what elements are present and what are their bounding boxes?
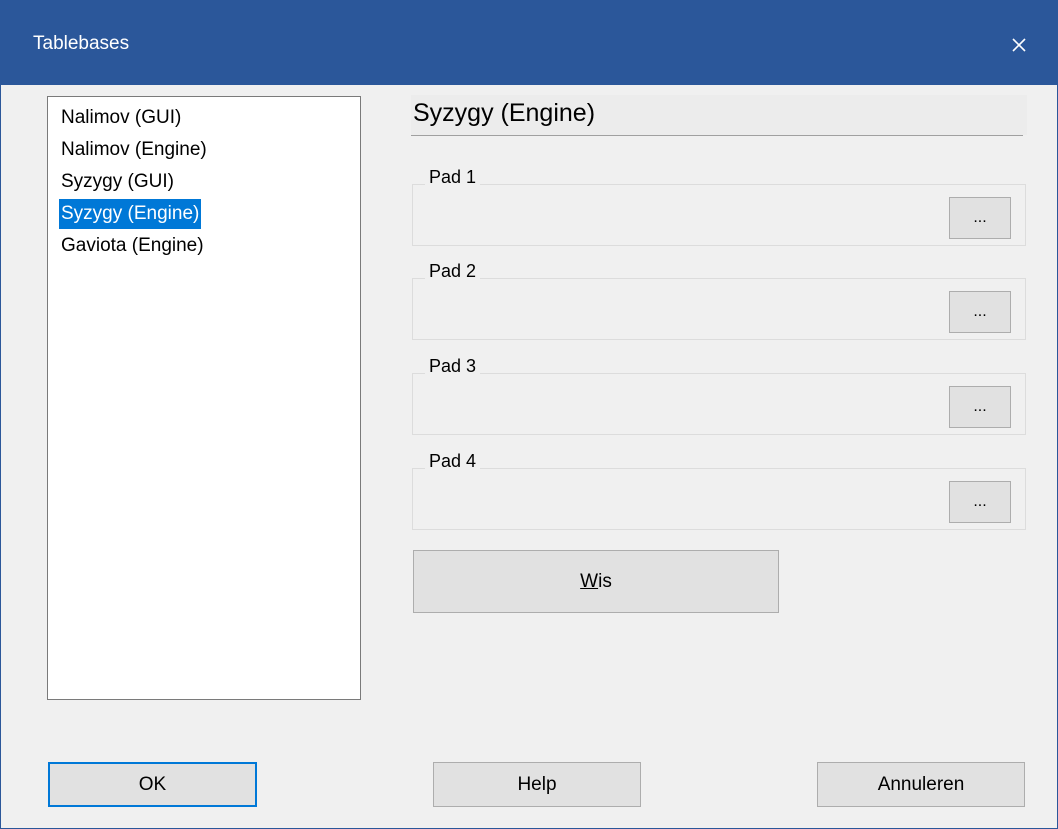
dialog-body: Nalimov (GUI) Nalimov (Engine) Syzygy (G…	[1, 85, 1057, 828]
close-icon	[1012, 38, 1026, 52]
list-item-syzygy-gui[interactable]: Syzygy (GUI)	[59, 166, 360, 198]
ok-button[interactable]: OK	[48, 762, 257, 807]
list-item-label: Gaviota (Engine)	[61, 235, 204, 256]
window-title: Tablebases	[33, 33, 130, 54]
list-item-nalimov-gui[interactable]: Nalimov (GUI)	[59, 102, 360, 134]
path-group-1: Pad 1 ...	[412, 167, 1026, 246]
list-item-label: Nalimov (Engine)	[61, 139, 207, 160]
list-item-syzygy-engine[interactable]: Syzygy (Engine)	[59, 198, 360, 230]
list-item-label: Syzygy (Engine)	[59, 199, 202, 229]
path-group-3: Pad 3 ...	[412, 356, 1026, 435]
clear-button[interactable]: Wis	[413, 550, 779, 613]
clear-button-mnemonic: W	[580, 570, 599, 592]
path-group-label: Pad 3	[425, 356, 481, 377]
list-item-gaviota-engine[interactable]: Gaviota (Engine)	[59, 230, 360, 262]
section-title: Syzygy (Engine)	[413, 99, 596, 127]
list-item-nalimov-engine[interactable]: Nalimov (Engine)	[59, 134, 360, 166]
list-item-label: Syzygy (GUI)	[61, 171, 174, 192]
browse-button-path-4[interactable]: ...	[949, 481, 1011, 523]
path-group-label: Pad 2	[425, 261, 481, 282]
cancel-button[interactable]: Annuleren	[817, 762, 1025, 807]
list-item-label: Nalimov (GUI)	[61, 107, 182, 128]
path-group-label: Pad 1	[425, 167, 481, 188]
path-group-2: Pad 2 ...	[412, 261, 1026, 340]
clear-button-label: is	[598, 570, 612, 592]
title-bar[interactable]: Tablebases	[1, 1, 1057, 85]
help-button[interactable]: Help	[433, 762, 641, 807]
close-button[interactable]	[999, 25, 1039, 65]
browse-button-path-3[interactable]: ...	[949, 386, 1011, 428]
tablebase-list[interactable]: Nalimov (GUI) Nalimov (Engine) Syzygy (G…	[47, 96, 361, 700]
browse-button-path-1[interactable]: ...	[949, 197, 1011, 239]
path-group-label: Pad 4	[425, 451, 481, 472]
browse-button-path-2[interactable]: ...	[949, 291, 1011, 333]
path-group-4: Pad 4 ...	[412, 451, 1026, 530]
tablebases-dialog: Tablebases Nalimov (GUI) Nalimov (Engine…	[0, 0, 1058, 829]
section-divider	[411, 135, 1023, 136]
